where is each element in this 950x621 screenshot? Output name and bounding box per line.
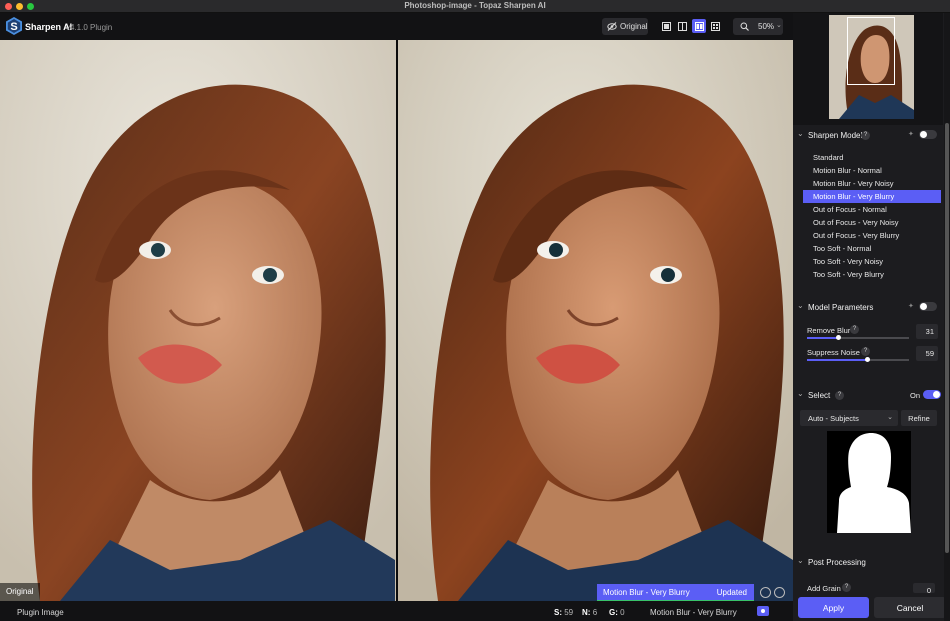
remove-blur-label: Remove Blur: [807, 326, 851, 335]
help-icon[interactable]: ?: [842, 583, 851, 592]
quad-view-icon: [710, 21, 720, 31]
chevron-down-icon: ⌄: [887, 414, 893, 421]
sharpen-value: 59: [564, 608, 574, 617]
zoom-value: 50%: [758, 22, 775, 31]
window-title: Photoshop-image - Topaz Sharpen AI: [404, 1, 546, 10]
navigator-thumbnail: [829, 15, 914, 119]
pin-icon[interactable]: ✦: [908, 302, 914, 310]
sharpen-model-toggle[interactable]: [919, 130, 937, 139]
select-toggle[interactable]: [923, 390, 941, 399]
help-icon[interactable]: ?: [835, 391, 844, 400]
camera-icon[interactable]: [757, 606, 769, 616]
help-icon[interactable]: ?: [850, 325, 859, 334]
status-bar: Plugin Image S: 59 N: 6 G: 0 Motion Blur…: [0, 601, 793, 621]
model-parameters-toggle[interactable]: [919, 302, 937, 311]
select-state-label: On: [910, 391, 921, 400]
model-option[interactable]: Out of Focus - Very Noisy: [803, 216, 941, 229]
subject-mask-image: [837, 433, 911, 533]
select-header[interactable]: ⌄ Select ? On: [793, 389, 943, 403]
noise-key: N:: [582, 608, 591, 617]
processed-preview-pane[interactable]: [398, 40, 793, 601]
split-view-button[interactable]: [675, 19, 689, 33]
portrait-original-image: [0, 40, 396, 601]
select-mode-value: Auto - Subjects: [808, 414, 859, 423]
model-option[interactable]: Motion Blur - Very Noisy: [803, 177, 941, 190]
side-by-side-view-button[interactable]: [692, 19, 706, 33]
original-toggle-button[interactable]: Original: [602, 18, 648, 35]
chevron-down-icon: ⌄: [797, 556, 804, 565]
suppress-noise-label: Suppress Noise: [807, 348, 860, 357]
face-detect-icon[interactable]: [760, 587, 771, 598]
post-processing-header[interactable]: ⌄ Post Processing: [793, 556, 943, 570]
original-label: Original: [620, 22, 648, 31]
navigator-viewport-frame[interactable]: [847, 17, 895, 85]
suppress-noise-value[interactable]: 59: [916, 346, 938, 361]
model-option[interactable]: Out of Focus - Normal: [803, 203, 941, 216]
magnifier-icon: [740, 22, 749, 31]
sharpen-model-title: Sharpen Model: [808, 131, 863, 140]
pin-icon[interactable]: ✦: [908, 130, 914, 138]
model-option[interactable]: Too Soft - Very Noisy: [803, 255, 941, 268]
add-grain-value[interactable]: 0: [913, 583, 935, 595]
model-option[interactable]: Motion Blur - Normal: [803, 164, 941, 177]
post-processing-title: Post Processing: [808, 558, 866, 567]
svg-text:S: S: [10, 21, 17, 33]
help-icon[interactable]: ?: [861, 347, 870, 356]
quad-view-button[interactable]: [708, 19, 722, 33]
select-title: Select: [808, 391, 831, 400]
remove-blur-slider[interactable]: [807, 335, 909, 340]
model-option[interactable]: Motion Blur - Very Blurry: [803, 190, 941, 203]
help-icon[interactable]: ?: [861, 131, 870, 140]
grain-key: G:: [609, 608, 618, 617]
single-view-icon: [661, 21, 671, 31]
portrait-processed-image: [398, 40, 793, 601]
side-by-side-view-icon: [694, 21, 704, 31]
refine-button[interactable]: Refine: [901, 410, 937, 426]
sharpen-ai-logo-icon: S: [6, 17, 22, 35]
sharpen-model-header[interactable]: ⌄ Sharpen Model ? ✦: [793, 129, 943, 143]
chevron-down-icon: ⌄: [776, 22, 782, 29]
sharpen-model-list: Standard Motion Blur - Normal Motion Blur …: [803, 151, 941, 281]
chevron-down-icon: ⌄: [797, 301, 804, 310]
add-grain-label: Add Grain: [807, 584, 841, 593]
plugin-image-label: Plugin Image: [17, 608, 64, 617]
top-toolbar: S Sharpen AI v4.1.0 Plugin Original 50% …: [0, 13, 793, 40]
original-pane-label: Original: [0, 583, 40, 601]
status-model-name: Motion Blur - Very Blurry: [650, 608, 737, 617]
suppress-noise-slider[interactable]: [807, 357, 909, 362]
model-option[interactable]: Too Soft - Normal: [803, 242, 941, 255]
applied-model-bar: Motion Blur - Very Blurry Updated: [597, 584, 754, 600]
remove-blur-value[interactable]: 31: [916, 324, 938, 339]
scrollbar-thumb[interactable]: [945, 123, 949, 553]
noise-value: 6: [592, 608, 598, 617]
model-parameters-title: Model Parameters: [808, 303, 874, 312]
grain-value: 0: [620, 608, 625, 617]
image-canvas[interactable]: Original: [0, 40, 793, 601]
model-option[interactable]: Standard: [803, 151, 941, 164]
model-option[interactable]: Out of Focus - Very Blurry: [803, 229, 941, 242]
face-compare-icon[interactable]: [774, 587, 785, 598]
cancel-button[interactable]: Cancel: [874, 597, 946, 618]
original-preview-pane[interactable]: Original: [0, 40, 396, 601]
applied-model-name: Motion Blur - Very Blurry: [603, 588, 690, 597]
chevron-down-icon: ⌄: [797, 389, 804, 398]
chevron-down-icon: ⌄: [797, 129, 804, 138]
subject-mask-preview[interactable]: [827, 431, 911, 533]
update-status: Updated: [716, 588, 747, 597]
zoom-dropdown[interactable]: 50% ⌄: [733, 18, 783, 35]
model-option[interactable]: Too Soft - Very Blurry: [803, 268, 941, 281]
split-view-icon: [677, 21, 687, 31]
apply-button[interactable]: Apply: [798, 597, 869, 618]
sharpen-key: S:: [554, 608, 562, 617]
select-mode-dropdown[interactable]: Auto - Subjects ⌄: [800, 410, 898, 426]
single-view-button[interactable]: [659, 19, 673, 33]
panel-scrollbar[interactable]: [944, 13, 950, 621]
window-titlebar: Photoshop-image - Topaz Sharpen AI: [0, 0, 950, 13]
app-version: v4.1.0 Plugin: [66, 23, 113, 32]
model-parameters-header[interactable]: ⌄ Model Parameters ✦: [793, 301, 943, 315]
navigator-preview[interactable]: [793, 13, 943, 125]
eye-slash-icon: [607, 22, 617, 31]
settings-panel: ⌄ Sharpen Model ? ✦ Standard Motion Blur …: [793, 13, 950, 621]
